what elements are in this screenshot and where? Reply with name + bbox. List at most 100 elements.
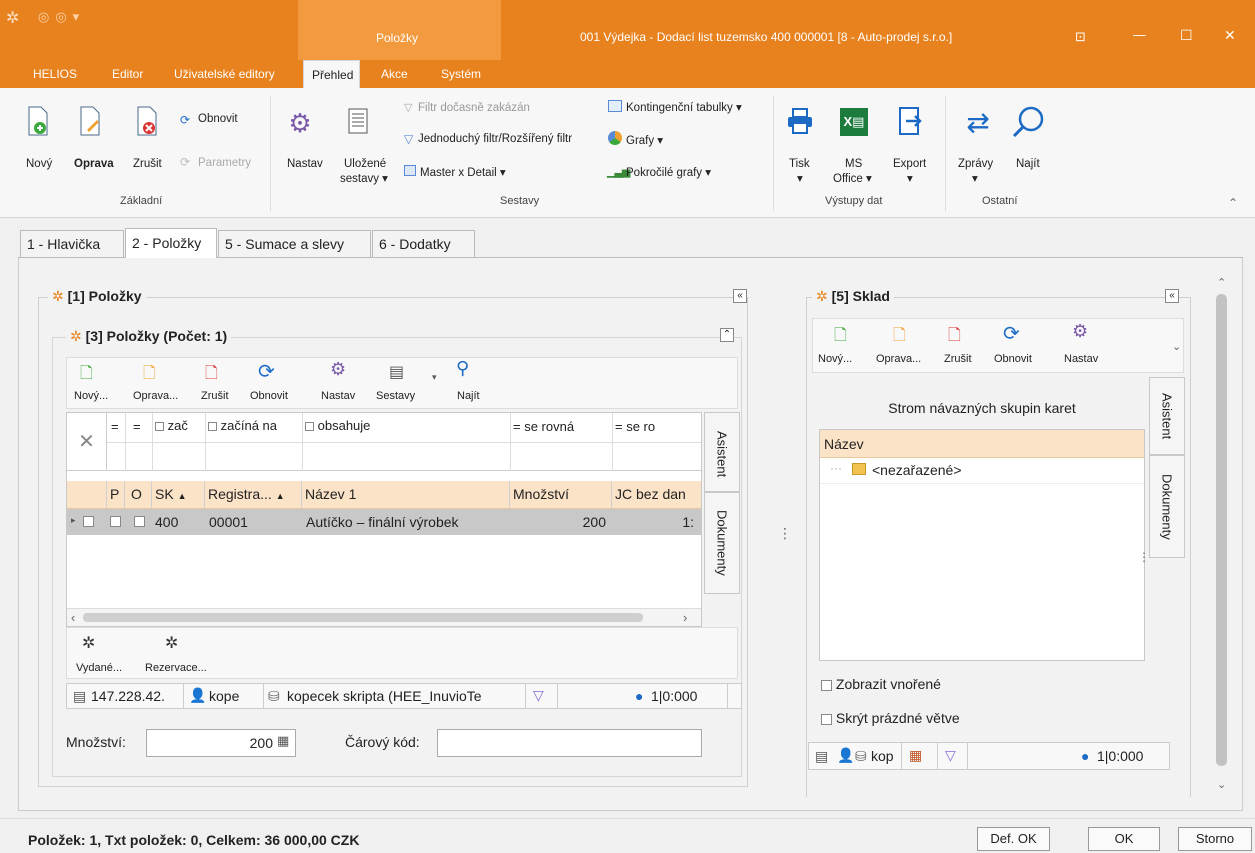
ok-button[interactable]: OK: [1088, 827, 1160, 851]
splitter-handle[interactable]: ⋮: [778, 525, 792, 542]
filter-row: ✕ = = zač začíná na obsahuje = se rovná …: [67, 413, 701, 471]
carovy-kod-input[interactable]: [437, 729, 702, 757]
excel-icon[interactable]: X▤: [840, 108, 868, 136]
reports-dropdown-icon[interactable]: ▾: [432, 372, 437, 383]
col-registracni[interactable]: Registra... ▲: [205, 481, 302, 508]
items-najit-button[interactable]: Najít: [457, 390, 480, 402]
sklad-oprava-button[interactable]: Oprava...: [876, 353, 921, 365]
items-oprava-button[interactable]: Oprava...: [133, 390, 178, 402]
edit-doc-icon[interactable]: [77, 104, 103, 138]
jednoduchy-filtr-button[interactable]: Jednoduchý filtr/Rozšířený filtr: [418, 133, 572, 145]
col-nazev[interactable]: Název 1: [302, 481, 510, 508]
side-tab-dokumenty[interactable]: Dokumenty: [704, 492, 740, 594]
gear-icon[interactable]: ⚙: [285, 108, 315, 138]
ulozene-sestavy-button[interactable]: Uložené: [344, 158, 386, 170]
skryt-prazdne-option[interactable]: Skrýt prázdné větve: [821, 710, 960, 726]
collapse-polozky-button[interactable]: «: [733, 289, 747, 303]
printer-icon[interactable]: [785, 106, 815, 136]
zpravy-button[interactable]: Zprávy: [958, 158, 993, 170]
items-zrusit-button[interactable]: Zrušit: [201, 390, 229, 402]
col-p[interactable]: P: [107, 481, 125, 508]
col-sk[interactable]: SK ▲: [152, 481, 205, 508]
close-button[interactable]: ✕: [1224, 27, 1236, 44]
quick-access-icons[interactable]: ◎◎▾: [38, 9, 85, 25]
def-ok-button[interactable]: Def. OK: [977, 827, 1050, 851]
tab-sumace[interactable]: 5 - Sumace a slevy: [218, 230, 371, 258]
tab-editor[interactable]: Editor: [104, 60, 151, 88]
table-row[interactable]: ▸ 400 00001 Autíčko – finální výrobek 20…: [67, 509, 701, 535]
novy-button[interactable]: Nový: [26, 158, 52, 170]
sklad-nastav-button[interactable]: Nastav: [1064, 353, 1098, 365]
maximize-button[interactable]: ☐: [1180, 27, 1193, 44]
tree-item[interactable]: ··· <nezařazené>: [820, 458, 1144, 484]
filtr-docasne-button[interactable]: Filtr dočasně zakázán: [418, 102, 530, 114]
scroll-up-icon[interactable]: ⌃: [1217, 276, 1226, 289]
sklad-novy-button[interactable]: Nový...: [818, 353, 852, 365]
tisk-button[interactable]: Tisk: [789, 158, 810, 170]
ms-office-button[interactable]: MS: [845, 158, 862, 170]
horizontal-scrollbar[interactable]: ‹ ›: [67, 608, 701, 626]
messages-icon[interactable]: ⇄: [958, 106, 998, 138]
clear-filter-icon[interactable]: ✕: [67, 413, 107, 471]
minimize-button[interactable]: —: [1133, 27, 1146, 42]
items-obnovit-button[interactable]: Obnovit: [250, 390, 288, 402]
calculator-icon[interactable]: ▦: [277, 733, 289, 749]
tab-polozky[interactable]: 2 - Položky: [125, 228, 217, 259]
sklad-tab-asistent[interactable]: Asistent: [1149, 377, 1185, 455]
zpravy-dropdown[interactable]: ▾: [972, 171, 978, 185]
obnovit-button[interactable]: Obnovit: [198, 113, 238, 125]
oprava-button[interactable]: Oprava: [74, 158, 114, 170]
sklad-tab-dokumenty[interactable]: Dokumenty: [1149, 455, 1185, 558]
tab-user-editors[interactable]: Uživatelské editory: [166, 60, 283, 88]
sklad-zrusit-button[interactable]: Zrušit: [944, 353, 972, 365]
collapse-subpanel-button[interactable]: ⌃: [720, 328, 734, 342]
grafy-button[interactable]: Grafy ▾: [626, 133, 663, 147]
pin-icon[interactable]: ⊡: [1075, 29, 1086, 45]
scrollbar-thumb[interactable]: [83, 613, 643, 622]
tab-hlavicka[interactable]: 1 - Hlavička: [20, 230, 124, 258]
ribbon-collapse-icon[interactable]: ⌃: [1228, 196, 1238, 210]
vydane-button[interactable]: Vydané...: [76, 662, 122, 674]
zobrazit-vnorene-option[interactable]: Zobrazit vnořené: [821, 676, 941, 692]
row-select-checkbox[interactable]: [83, 516, 94, 527]
sklad-filter-icon: ▽: [945, 747, 956, 763]
nastav-button[interactable]: Nastav: [287, 158, 323, 170]
col-jc[interactable]: JC bez dan: [612, 481, 701, 508]
collapse-sklad-button[interactable]: «: [1165, 289, 1179, 303]
tisk-dropdown[interactable]: ▾: [797, 171, 803, 185]
saved-reports-icon[interactable]: [346, 106, 370, 136]
row-o-checkbox[interactable]: [134, 516, 145, 527]
items-nastav-button[interactable]: Nastav: [321, 390, 355, 402]
tab-dodatky[interactable]: 6 - Dodatky: [372, 230, 475, 258]
row-p-checkbox[interactable]: [110, 516, 121, 527]
new-doc-icon[interactable]: [25, 104, 51, 138]
export-button[interactable]: Export: [893, 158, 926, 170]
mnozstvi-input[interactable]: 200: [146, 729, 296, 757]
zrusit-button[interactable]: Zrušit: [133, 158, 162, 170]
col-o[interactable]: O: [125, 481, 152, 508]
najit-button[interactable]: Najít: [1016, 158, 1040, 170]
tab-helios[interactable]: HELIOS: [25, 60, 85, 88]
vscroll-thumb[interactable]: [1216, 294, 1227, 766]
side-tab-asistent[interactable]: Asistent: [704, 412, 740, 492]
tab-system[interactable]: Systém: [433, 60, 489, 88]
vertical-scrollbar[interactable]: ⌃ ⌄: [1212, 276, 1232, 800]
tab-akce[interactable]: Akce: [373, 60, 416, 88]
rezervace-button[interactable]: Rezervace...: [145, 662, 207, 674]
items-novy-button[interactable]: Nový...: [74, 390, 108, 402]
items-sestavy-button[interactable]: Sestavy: [376, 390, 415, 402]
delete-doc-icon[interactable]: [134, 104, 160, 138]
sklad-more-icon[interactable]: ⌄: [1172, 340, 1181, 353]
tree-col-header[interactable]: Název: [820, 430, 1144, 458]
col-mnozstvi[interactable]: Množství: [510, 481, 612, 508]
scroll-down-icon[interactable]: ⌄: [1217, 778, 1226, 791]
tab-prehled[interactable]: Přehled: [303, 60, 360, 88]
export-dropdown[interactable]: ▾: [907, 171, 913, 185]
master-detail-button[interactable]: Master x Detail ▾: [420, 165, 506, 179]
search-icon[interactable]: [1010, 104, 1046, 140]
export-icon[interactable]: [897, 105, 925, 137]
sklad-obnovit-button[interactable]: Obnovit: [994, 353, 1032, 365]
kontingencni-button[interactable]: Kontingenční tabulky ▾: [626, 100, 742, 114]
pokrocile-grafy-button[interactable]: Pokročilé grafy ▾: [626, 165, 711, 179]
storno-button[interactable]: Storno: [1178, 827, 1252, 851]
